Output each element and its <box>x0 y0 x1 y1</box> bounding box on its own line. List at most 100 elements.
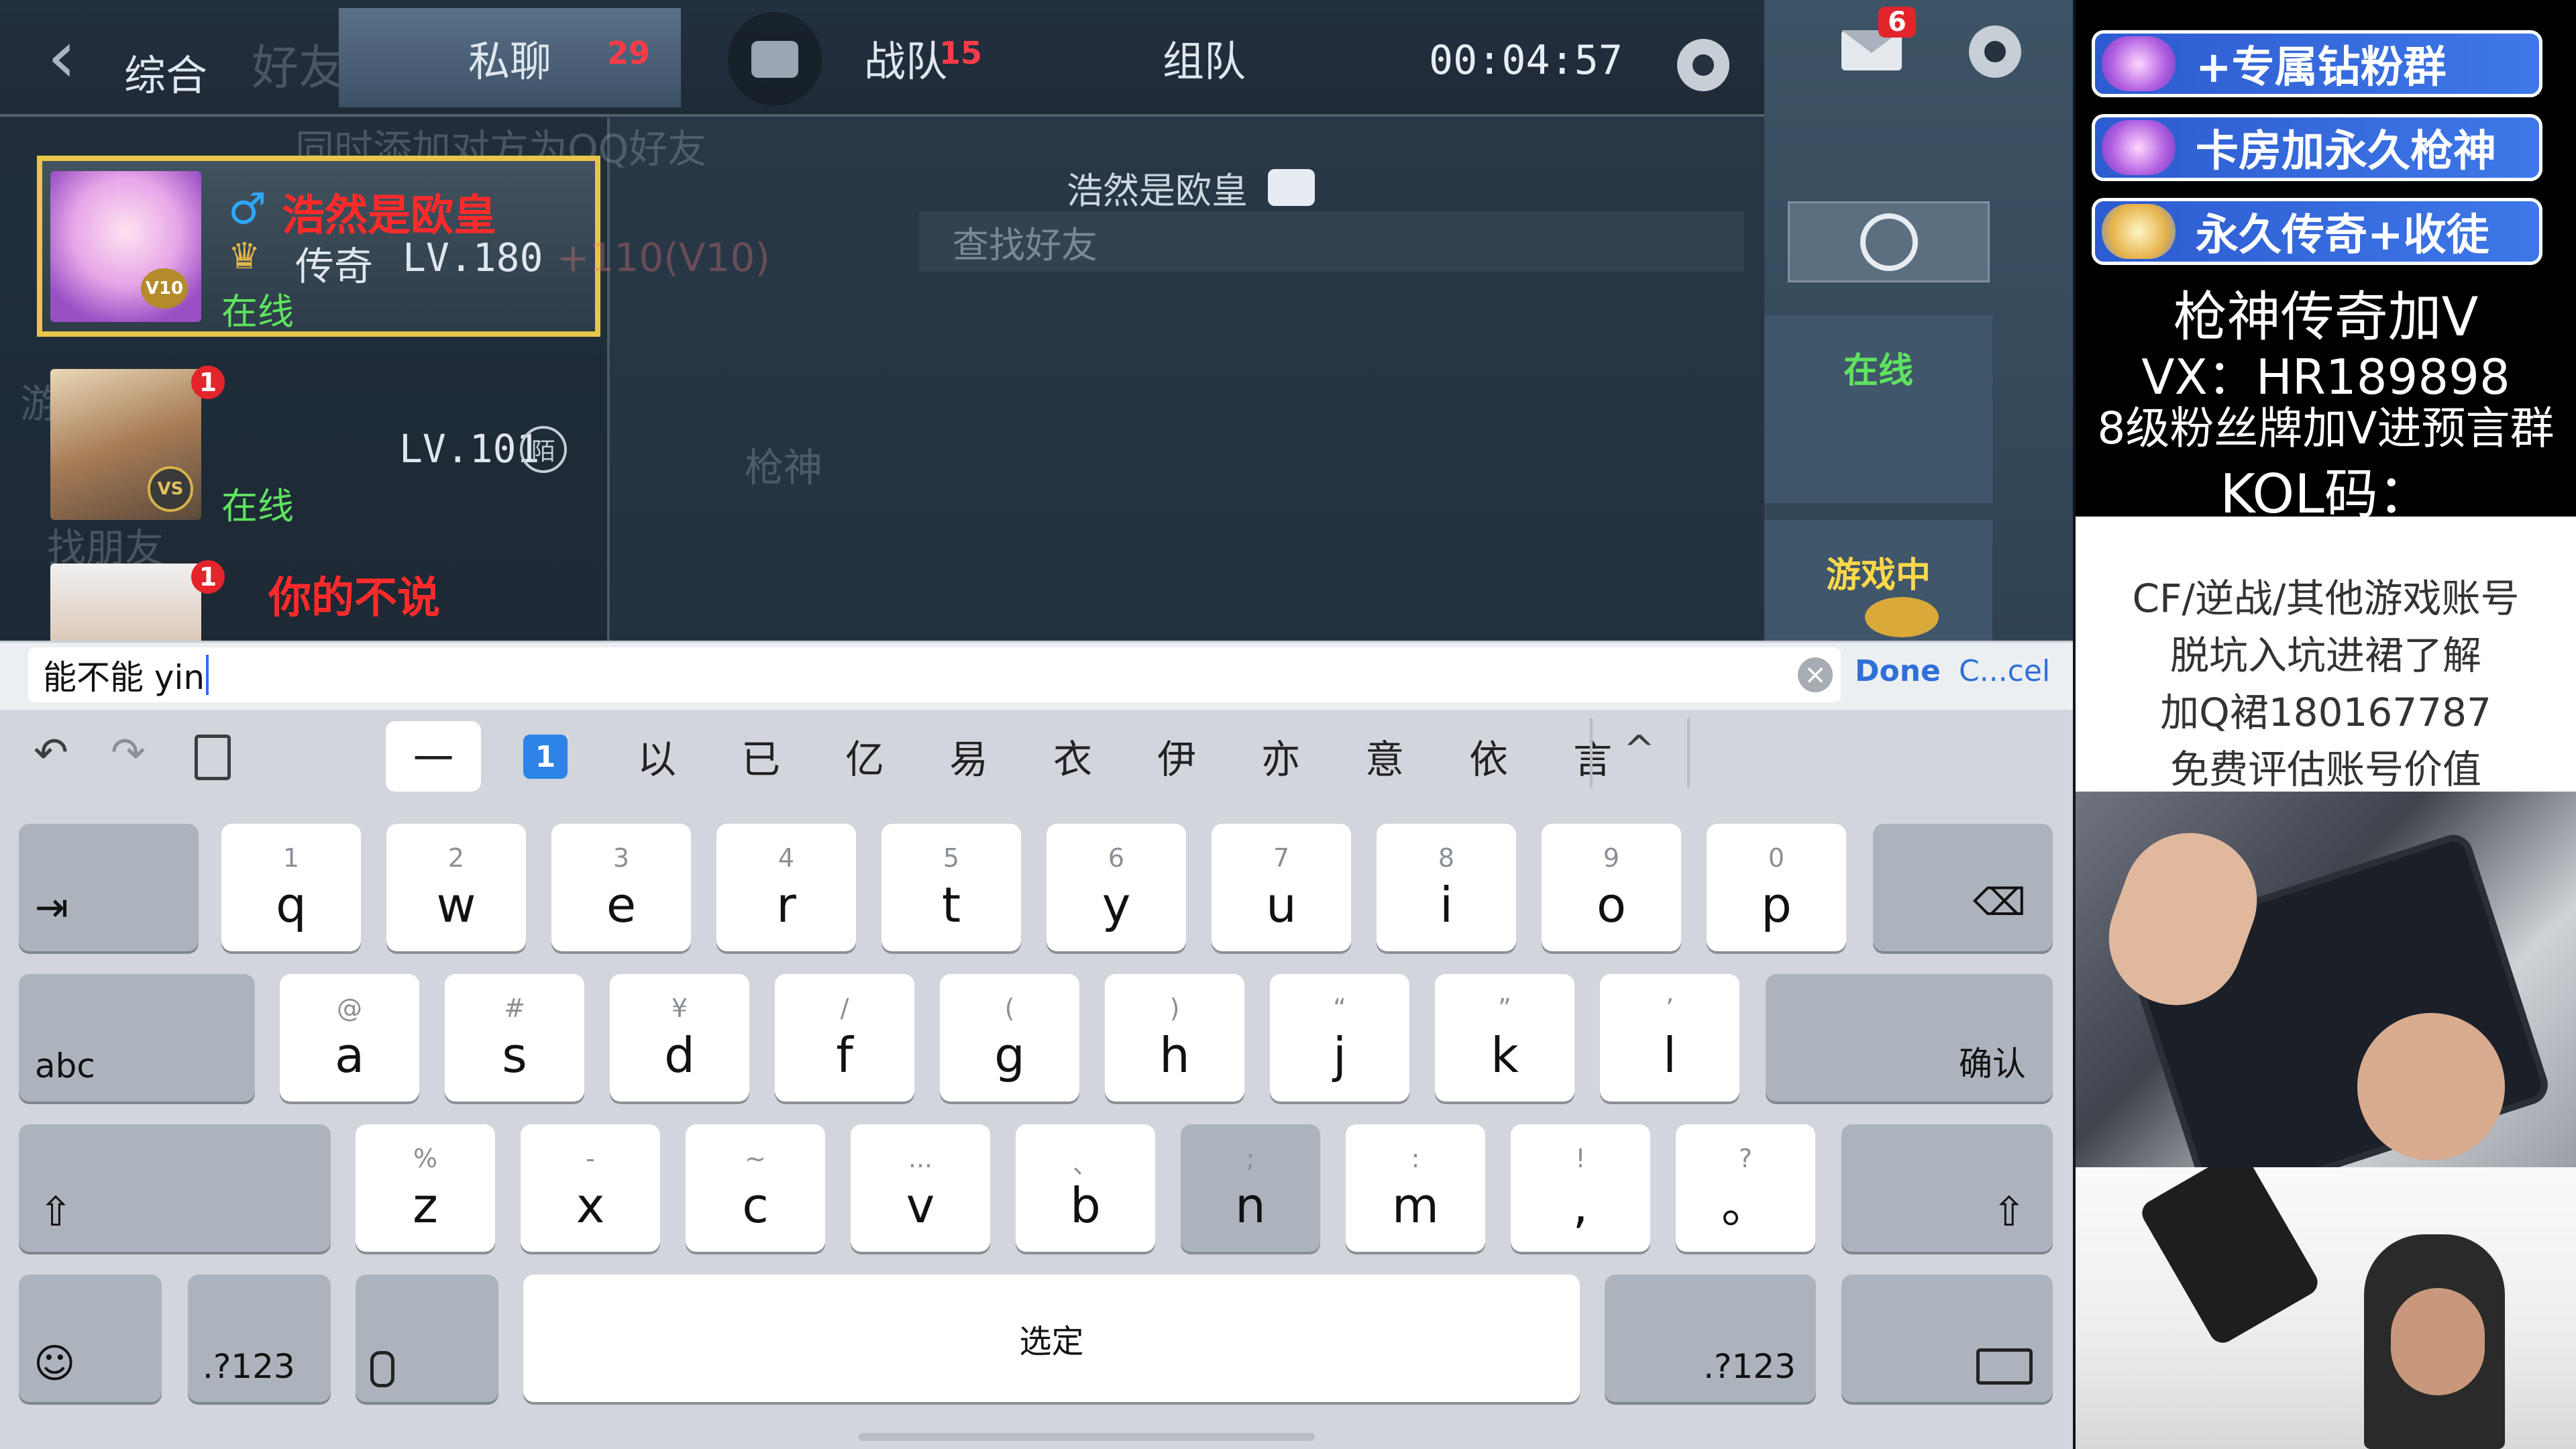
clipboard-icon[interactable] <box>195 735 231 780</box>
key-t[interactable]: 5t <box>881 824 1021 951</box>
key-hint: ¥ <box>671 994 688 1023</box>
chat-header-name: 浩然是欧皇 <box>1067 170 1248 212</box>
key-label: x <box>576 1177 605 1234</box>
key-k[interactable]: ” k <box>1435 974 1574 1102</box>
backspace-key[interactable]: ⌫ <box>1873 824 2053 951</box>
cancel-button[interactable]: C...cel <box>1959 654 2050 688</box>
confirm-key[interactable]: 确认 <box>1766 974 2053 1102</box>
tab-squad[interactable]: 组队 <box>1060 8 1348 107</box>
key-y[interactable]: 6y <box>1046 824 1186 951</box>
key-x[interactable]: -x <box>521 1124 660 1252</box>
dismiss-keyboard-key[interactable] <box>1841 1275 2053 1402</box>
friend-row[interactable]: 1 VS LV.101 陌 在线 <box>13 352 604 543</box>
game-screen: 同时添加对方为QQ好友 游 找朋友 枪神 浩然是欧皇 查找好友 V10 ♂ 浩然… <box>0 0 2073 641</box>
back-label[interactable]: 综合 <box>124 42 207 102</box>
space-key[interactable]: 选定 <box>523 1275 1580 1402</box>
chat-bubble-icon[interactable] <box>1268 169 1315 206</box>
candidate-item[interactable]: 伊 <box>1157 728 1196 788</box>
redo-icon[interactable]: ↷ <box>111 728 146 777</box>
key-p[interactable]: 0p <box>1707 824 1846 951</box>
gear-icon[interactable] <box>1969 25 2021 78</box>
key-hint: 、 <box>1072 1150 1098 1179</box>
key-e[interactable]: 3e <box>551 824 691 951</box>
key-j[interactable]: “j <box>1270 974 1409 1102</box>
shift-key[interactable]: ⇧ <box>19 1124 331 1252</box>
home-indicator <box>859 1433 1315 1441</box>
info-line: 免费评估账号价值 <box>2169 747 2481 792</box>
key-q[interactable]: 1q <box>221 824 361 951</box>
key-label: z <box>413 1177 438 1234</box>
tab-team[interactable]: 战队 15 <box>765 8 1046 107</box>
find-friend-input[interactable]: 查找好友 <box>919 211 1744 272</box>
candidate-item[interactable]: 亿 <box>845 728 884 788</box>
candidate-selected[interactable]: 一 <box>386 721 481 792</box>
shift-key[interactable]: ⇧ <box>1841 1124 2053 1252</box>
candidate-item[interactable]: 意 <box>1365 728 1404 788</box>
key-d[interactable]: ¥ d <box>610 974 749 1102</box>
clear-icon[interactable]: × <box>1798 657 1833 692</box>
key-r[interactable]: 4r <box>716 824 856 951</box>
key-f[interactable]: / f <box>775 974 914 1102</box>
key-label: d <box>664 1027 695 1083</box>
key-l[interactable]: ’ l <box>1600 974 1739 1102</box>
key-c[interactable]: ~ c <box>686 1124 825 1252</box>
avatar <box>50 564 201 641</box>
diamond-icon <box>2102 36 2176 91</box>
promo-banner: 卡房加永久枪神 <box>2092 114 2542 181</box>
backspace-icon: ⌫ <box>1972 881 2026 924</box>
tab-key[interactable]: ⇥ <box>19 824 199 951</box>
hands-camera-feed <box>2076 792 2576 1167</box>
key-h[interactable]: ) h <box>1105 974 1244 1102</box>
status-online[interactable]: 在线 <box>1764 315 1992 503</box>
one-icon[interactable]: 1 <box>523 735 568 779</box>
key-g[interactable]: (g <box>940 974 1079 1102</box>
microphone-key[interactable] <box>356 1275 498 1402</box>
emoji-key[interactable]: ☺ <box>19 1275 162 1402</box>
candidate-item[interactable]: 依 <box>1469 728 1508 788</box>
hand-image <box>2357 1013 2505 1161</box>
gear-icon[interactable] <box>1677 39 1729 91</box>
key-s[interactable]: # s <box>445 974 584 1102</box>
candidate-item[interactable]: 亦 <box>1261 728 1300 788</box>
ghost-tab-label: 好友 <box>252 40 345 95</box>
key-z[interactable]: % z <box>356 1124 495 1252</box>
candidate-item[interactable]: 言 <box>1573 728 1612 788</box>
confirm-label: 确认 <box>1959 1044 2026 1083</box>
key-u[interactable]: 7u <box>1212 824 1351 951</box>
chevron-up-icon[interactable]: ^ <box>1623 728 1655 771</box>
tab-arrow-icon: ⇥ <box>35 884 69 931</box>
key-label: r <box>776 877 796 933</box>
numbers-key[interactable]: .?123 <box>1605 1275 1816 1402</box>
message-input[interactable]: 能不能 yin <box>28 647 1841 702</box>
key-b[interactable]: 、 b <box>1016 1124 1155 1252</box>
key-n[interactable]: ; n <box>1181 1124 1320 1252</box>
key-o[interactable]: 9o <box>1542 824 1681 951</box>
friend-row[interactable]: V10 ♂ 浩然是欧皇 ♛ 传奇 LV.180 +110(V10) 在线 <box>13 154 770 345</box>
back-chevron-icon[interactable]: ‹ <box>47 13 76 99</box>
abc-key[interactable]: abc <box>19 974 255 1102</box>
search-button[interactable] <box>1788 201 1990 282</box>
candidate-item[interactable]: 已 <box>741 728 780 788</box>
key-label: j <box>1332 1027 1346 1083</box>
candidate-item[interactable]: 易 <box>949 728 988 788</box>
key-,[interactable]: !, <box>1511 1124 1650 1252</box>
tab-private-chat[interactable]: 私聊 29 <box>339 8 681 107</box>
key-v[interactable]: ... v <box>851 1124 990 1252</box>
key-label: o <box>1596 877 1627 933</box>
key-a[interactable]: @ a <box>280 974 419 1102</box>
numbers-key[interactable]: .?123 <box>188 1275 331 1402</box>
candidate-item[interactable]: 以 <box>637 728 676 788</box>
key-hint: 8 <box>1438 843 1455 873</box>
friend-row[interactable]: 1 你的不说 <box>13 547 604 641</box>
key-。[interactable]: ?。 <box>1676 1124 1815 1252</box>
key-i[interactable]: 8i <box>1377 824 1516 951</box>
undo-icon[interactable]: ↶ <box>34 728 68 777</box>
key-hint: ” <box>1498 994 1511 1023</box>
streamer-camera-feed <box>2076 1167 2576 1449</box>
male-icon: ♂ <box>228 184 267 234</box>
key-m[interactable]: :m <box>1346 1124 1485 1252</box>
done-button[interactable]: Done <box>1855 654 1941 688</box>
key-w[interactable]: 2w <box>386 824 526 951</box>
candidate-item[interactable]: 衣 <box>1053 728 1092 788</box>
key-hint: ; <box>1246 1144 1255 1173</box>
